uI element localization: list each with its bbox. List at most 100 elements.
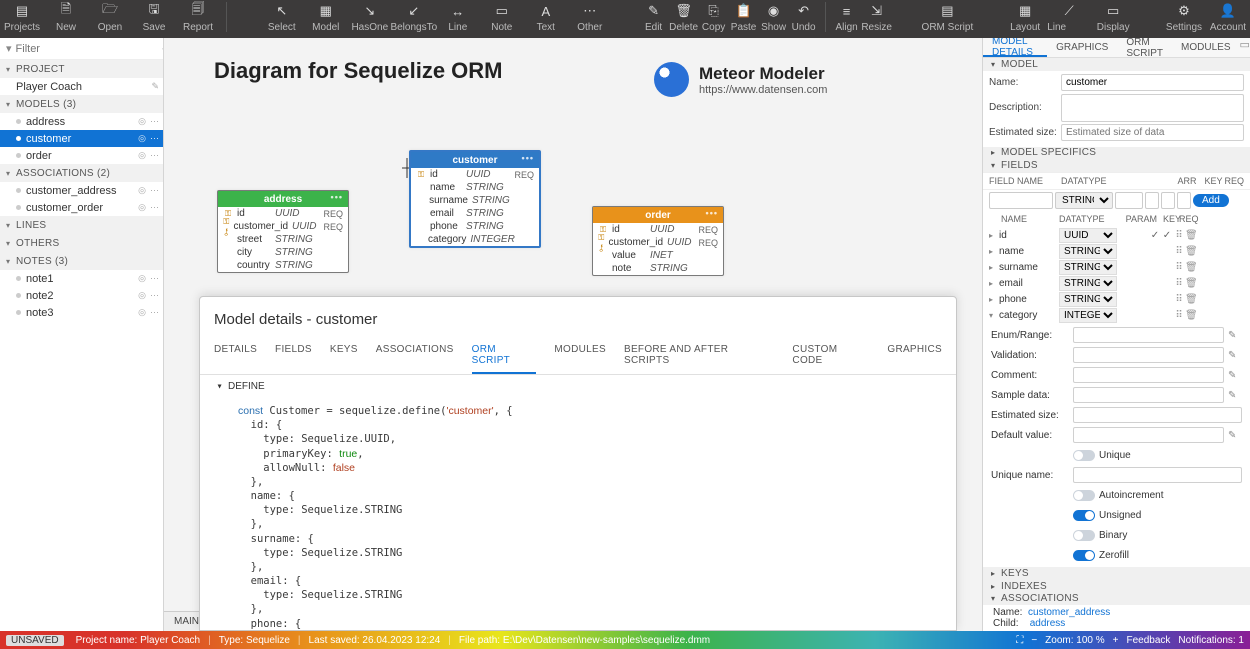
section-notes[interactable]: ▾NOTES (3) <box>0 252 163 270</box>
edit-icon[interactable]: ✎ <box>151 81 159 92</box>
entity-menu-icon[interactable]: ••• <box>706 208 718 218</box>
add-field-button[interactable]: Add <box>1193 194 1229 207</box>
tb-model-button[interactable]: ▦Model <box>304 0 348 36</box>
new-field-arr[interactable] <box>1145 192 1159 209</box>
entity-field-row[interactable]: phoneSTRING <box>411 220 539 233</box>
entity-order[interactable]: order••• ⚿idUUIDREQ⚿⚷customer_idUUIDREQv… <box>592 206 724 276</box>
assoc-name-link[interactable]: customer_address <box>1028 607 1110 618</box>
fit-icon[interactable]: ⛶ <box>1016 635 1023 646</box>
field-row-surname[interactable]: ▸surnameSTRING⠿🗑 <box>989 259 1244 275</box>
tb-ormscript-button[interactable]: ▤ORM Script <box>918 0 976 36</box>
tb-account-button[interactable]: 👤Account <box>1206 0 1250 36</box>
entity-field-row[interactable]: citySTRING <box>218 246 348 259</box>
validation-input[interactable] <box>1073 347 1224 363</box>
sidebar-filter-input[interactable] <box>16 40 158 58</box>
project-item[interactable]: Player Coach✎ <box>0 78 163 95</box>
entity-menu-icon[interactable]: ••• <box>522 153 534 163</box>
edit-icon[interactable]: ✎ <box>1228 430 1242 441</box>
sample-input[interactable] <box>1073 387 1224 403</box>
tb-new-button[interactable]: 🗎New <box>44 0 88 36</box>
visibility-icon[interactable]: ◎ <box>138 290 146 301</box>
delete-icon[interactable]: 🗑 <box>1185 262 1197 273</box>
new-field-req[interactable] <box>1177 192 1191 209</box>
req-checkbox[interactable]: ✓ <box>1161 230 1173 241</box>
field-datatype-select[interactable]: STRING <box>1059 260 1117 275</box>
tb-undo-button[interactable]: ↶Undo <box>789 0 819 36</box>
tb-belongsto-button[interactable]: ↙BelongsTo <box>392 0 436 36</box>
section-others[interactable]: ▾OTHERS <box>0 234 163 252</box>
move-icon[interactable]: ⠿ <box>1173 246 1185 257</box>
section-lines[interactable]: ▾LINES <box>0 216 163 234</box>
visibility-icon[interactable]: ◎ <box>138 185 146 196</box>
right-panel-expand-icon[interactable]: ▭ <box>1239 38 1250 57</box>
field-row-id[interactable]: ▸idUUID✓✓⠿🗑 <box>989 227 1244 243</box>
tb-settings-button[interactable]: ⚙Settings <box>1162 0 1206 36</box>
section-model[interactable]: ▾MODEL <box>983 58 1250 71</box>
tb-align-button[interactable]: ≡Align <box>832 0 862 36</box>
new-field-name-input[interactable] <box>989 192 1053 209</box>
zerofill-toggle[interactable] <box>1073 550 1095 561</box>
delete-icon[interactable]: 🗑 <box>1185 246 1197 257</box>
sidebar-item-customer[interactable]: customer◎⋯ <box>0 130 163 147</box>
section-associations[interactable]: ▾ASSOCIATIONS (2) <box>0 164 163 182</box>
expand-all-icon[interactable]: ▾ <box>6 42 12 55</box>
define-section-toggle[interactable]: ▸DEFINE <box>200 375 956 398</box>
unique-toggle[interactable] <box>1073 450 1095 461</box>
autoinc-toggle[interactable] <box>1073 490 1095 501</box>
delete-icon[interactable]: 🗑 <box>1185 294 1197 305</box>
tab-custom-code[interactable]: CUSTOM CODE <box>792 338 869 374</box>
input-model-name[interactable] <box>1061 74 1244 91</box>
tb-other-button[interactable]: ⋯Other <box>568 0 612 36</box>
entity-field-row[interactable]: ⚿idUUIDREQ <box>411 168 539 181</box>
tb-text-button[interactable]: AText <box>524 0 568 36</box>
entity-address[interactable]: address••• ⚿idUUIDREQ⚿⚷customer_idUUIDRE… <box>217 190 349 273</box>
section-indexes[interactable]: ▸INDEXES <box>983 580 1250 593</box>
edit-icon[interactable]: ✎ <box>1228 370 1242 381</box>
enum-input[interactable] <box>1073 327 1224 343</box>
entity-field-row[interactable]: ⚿⚷customer_idUUIDREQ <box>218 220 348 233</box>
more-icon[interactable]: ⋯ <box>150 133 159 144</box>
tab-before-and-after-scripts[interactable]: BEFORE AND AFTER SCRIPTS <box>624 338 774 374</box>
field-datatype-select[interactable]: UUID <box>1059 228 1117 243</box>
visibility-icon[interactable]: ◎ <box>138 307 146 318</box>
sidebar-item-order[interactable]: order◎⋯ <box>0 147 163 164</box>
visibility-icon[interactable]: ◎ <box>138 133 146 144</box>
right-tab-orm-script[interactable]: ORM SCRIPT <box>1117 38 1172 57</box>
section-models[interactable]: ▾MODELS (3) <box>0 95 163 113</box>
sidebar-item-note2[interactable]: note2◎⋯ <box>0 287 163 304</box>
status-feedback[interactable]: Feedback <box>1126 635 1170 646</box>
est-input[interactable] <box>1073 407 1242 423</box>
visibility-icon[interactable]: ◎ <box>138 150 146 161</box>
tb-delete-button[interactable]: 🗑Delete <box>669 0 699 36</box>
comment-input[interactable] <box>1073 367 1224 383</box>
tab-modules[interactable]: MODULES <box>554 338 606 374</box>
field-datatype-select[interactable]: STRING <box>1059 244 1117 259</box>
more-icon[interactable]: ⋯ <box>150 185 159 196</box>
visibility-icon[interactable]: ◎ <box>138 202 146 213</box>
tb-select-button[interactable]: ↖Select <box>260 0 304 36</box>
section-fields[interactable]: ▾FIELDS <box>983 159 1250 172</box>
more-icon[interactable]: ⋯ <box>150 307 159 318</box>
tb-save-button[interactable]: 🖫Save <box>132 0 176 36</box>
key-checkbox[interactable]: ✓ <box>1149 230 1161 241</box>
right-tab-model-details[interactable]: MODEL DETAILS <box>983 38 1047 57</box>
entity-field-row[interactable]: countrySTRING <box>218 259 348 272</box>
binary-toggle[interactable] <box>1073 530 1095 541</box>
tb-report-button[interactable]: 🗐Report <box>176 0 220 36</box>
tb-open-button[interactable]: 🗁Open <box>88 0 132 36</box>
tab-details[interactable]: DETAILS <box>214 338 257 374</box>
assoc-child-link[interactable]: address <box>1030 618 1066 629</box>
field-row-name[interactable]: ▸nameSTRING⠿🗑 <box>989 243 1244 259</box>
more-icon[interactable]: ⋯ <box>150 150 159 161</box>
zoom-in-icon[interactable]: + <box>1113 635 1119 646</box>
uniquename-input[interactable] <box>1073 467 1242 483</box>
input-model-est[interactable] <box>1061 124 1244 141</box>
tab-keys[interactable]: KEYS <box>330 338 358 374</box>
tb-edit-button[interactable]: ✎Edit <box>639 0 669 36</box>
new-field-param-input[interactable] <box>1115 192 1143 209</box>
sidebar-item-note3[interactable]: note3◎⋯ <box>0 304 163 321</box>
entity-field-row[interactable]: ⚿idUUIDREQ <box>593 223 723 236</box>
field-row-phone[interactable]: ▸phoneSTRING⠿🗑 <box>989 291 1244 307</box>
new-field-key[interactable] <box>1161 192 1175 209</box>
field-datatype-select[interactable]: INTEGER <box>1059 308 1117 323</box>
